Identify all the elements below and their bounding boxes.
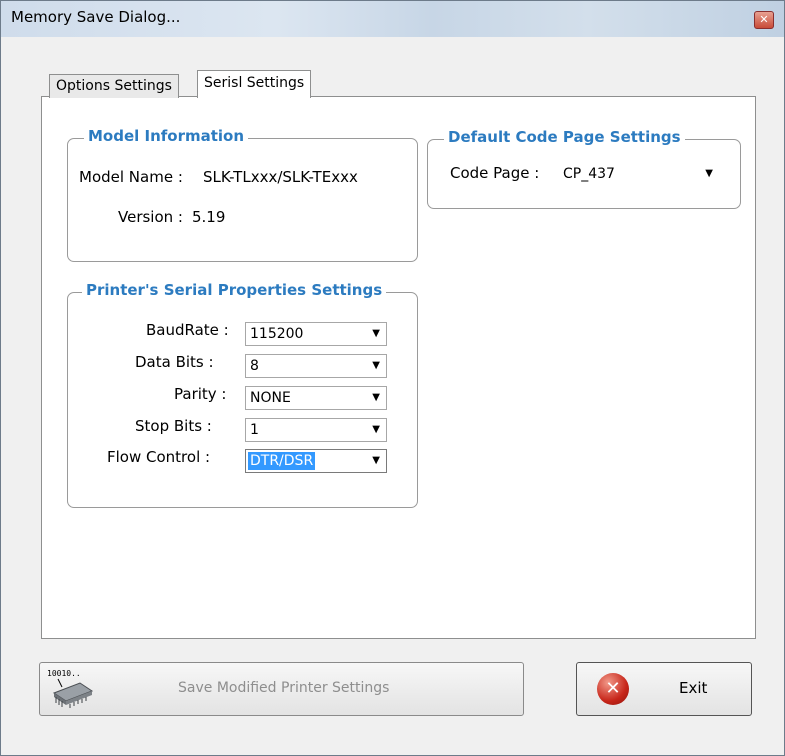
chip-text: 10010..: [47, 669, 81, 678]
chevron-down-icon[interactable]: ▼: [372, 355, 380, 377]
parity-label: Parity :: [174, 385, 227, 403]
code-page-label: Code Page :: [450, 164, 540, 182]
exit-button-label: Exit: [679, 679, 708, 697]
group-title-code-page: Default Code Page Settings: [444, 128, 685, 146]
chevron-down-icon[interactable]: ▼: [372, 450, 380, 472]
tab-serial-settings[interactable]: Serisl Settings: [197, 70, 312, 98]
stopbits-label: Stop Bits :: [135, 417, 212, 435]
serial-properties-group: Printer's Serial Properties Settings Bau…: [67, 281, 418, 508]
parity-select[interactable]: NONE ▼: [245, 386, 387, 410]
save-settings-button[interactable]: 10010.. Save Modified Printer Settings: [39, 662, 524, 716]
chevron-down-icon[interactable]: ▼: [372, 323, 380, 345]
group-title-model-information: Model Information: [84, 127, 249, 145]
stopbits-select[interactable]: 1 ▼: [245, 418, 387, 442]
title-bar[interactable]: Memory Save Dialog... ✕: [1, 1, 784, 37]
window-title: Memory Save Dialog...: [11, 8, 181, 26]
model-name-value: SLK-TLxxx/SLK-TExxx: [203, 168, 358, 186]
code-page-select[interactable]: CP_437 ▼: [559, 163, 719, 185]
close-icon[interactable]: ✕: [754, 11, 774, 29]
baudrate-label: BaudRate :: [146, 321, 229, 339]
group-title-serial-properties: Printer's Serial Properties Settings: [82, 281, 387, 299]
stopbits-value: 1: [250, 422, 259, 438]
save-button-label: Save Modified Printer Settings: [178, 680, 390, 696]
model-information-group: Model Information Model Name : SLK-TLxxx…: [67, 127, 418, 262]
version-label: Version :: [118, 208, 183, 226]
baudrate-select[interactable]: 115200 ▼: [245, 322, 387, 346]
parity-value: NONE: [250, 390, 291, 406]
flow-control-value: DTR/DSR: [248, 452, 316, 470]
code-page-group: Default Code Page Settings Code Page : C…: [427, 128, 741, 209]
baudrate-value: 115200: [250, 326, 304, 342]
chip-icon: 10010..: [46, 667, 96, 709]
model-name-label: Model Name :: [79, 168, 183, 186]
flow-control-label: Flow Control :: [107, 448, 211, 466]
chevron-down-icon[interactable]: ▼: [372, 419, 380, 441]
version-value: 5.19: [192, 208, 226, 226]
code-page-value: CP_437: [563, 166, 615, 182]
flow-control-select[interactable]: DTR/DSR ▼: [245, 449, 387, 473]
close-circle-icon: ✕: [597, 673, 629, 705]
chevron-down-icon[interactable]: ▼: [372, 387, 380, 409]
tab-options-settings[interactable]: Options Settings: [49, 74, 179, 98]
databits-select[interactable]: 8 ▼: [245, 354, 387, 378]
databits-label: Data Bits :: [135, 353, 214, 371]
databits-value: 8: [250, 358, 259, 374]
chevron-down-icon[interactable]: ▼: [705, 163, 713, 185]
exit-button[interactable]: ✕ Exit: [576, 662, 752, 716]
